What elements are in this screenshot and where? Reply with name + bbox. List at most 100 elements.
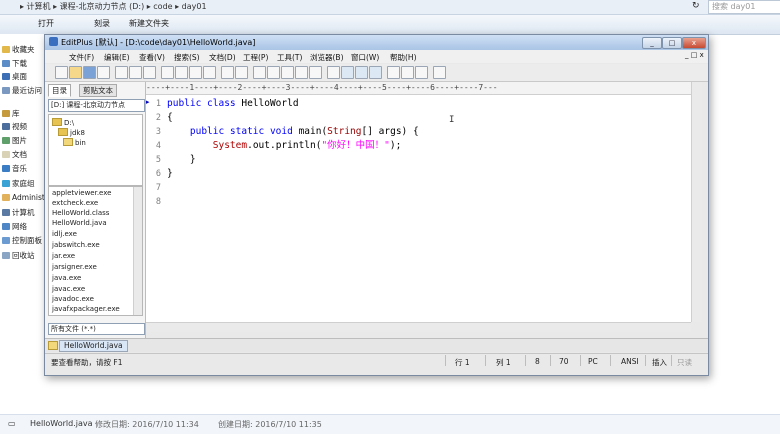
delete-icon[interactable] [203, 66, 216, 79]
list-item[interactable]: appletviewer.exe [52, 188, 111, 198]
save-all-icon[interactable] [97, 66, 110, 79]
replace-icon[interactable] [267, 66, 280, 79]
sidebar-item-downloads[interactable]: 下载 [2, 58, 27, 69]
list-item[interactable]: extcheck.exe [52, 198, 98, 208]
tree-item[interactable]: D:\ [52, 118, 74, 127]
address-path[interactable]: ▸ 计算机 ▸ 课程-北京动力节点 (D:) ▸ code ▸ day01 [20, 0, 207, 14]
status-bar: 要查看帮助，请按 F1 行 1 列 1 8 70 PC ANSI 插入 只读 [45, 353, 708, 368]
cut-icon[interactable] [161, 66, 174, 79]
list-item[interactable]: jabswitch.exe [52, 240, 100, 250]
undo-icon[interactable] [221, 66, 234, 79]
window-title: EditPlus [默认] - [D:\code\day01\HelloWorl… [61, 38, 256, 47]
sidebar-item-computer[interactable]: 计算机 [2, 207, 35, 218]
sidebar-item-music[interactable]: 音乐 [2, 163, 27, 174]
line-number: 4 [155, 141, 161, 151]
tab-helloworld-java[interactable]: HelloWorld.java [59, 340, 128, 352]
ruler-icon[interactable] [341, 66, 354, 79]
status-readonly: 只读 [677, 358, 692, 367]
tile-icon[interactable] [387, 66, 400, 79]
close-doc-icon[interactable] [415, 66, 428, 79]
status-chars: 70 [559, 357, 569, 366]
menu-edit[interactable]: 编辑(E) [104, 52, 130, 63]
sidebar-item-videos[interactable]: 视频 [2, 121, 27, 132]
folder-icon[interactable] [48, 341, 58, 350]
explorer-details-bar: ▭ HelloWorld.java 修改日期: 2016/7/10 11:34 … [0, 414, 780, 434]
list-item[interactable]: javafxpackager.exe [52, 304, 120, 314]
menu-search[interactable]: 搜索(S) [174, 52, 200, 63]
open-file-icon[interactable] [69, 66, 82, 79]
print-preview-icon[interactable] [129, 66, 142, 79]
sidebar-item-documents[interactable]: 文档 [2, 149, 27, 160]
sidebar-item-recent[interactable]: 最近访问 [2, 85, 42, 96]
sidebar-item-homegroup[interactable]: 家庭组 [2, 178, 35, 189]
title-bar[interactable]: EditPlus [默认] - [D:\code\day01\HelloWorl… [45, 35, 708, 50]
sidebar-item-network[interactable]: 网络 [2, 221, 27, 232]
menu-file[interactable]: 文件(F) [69, 52, 94, 63]
file-list-scrollbar[interactable] [133, 187, 142, 315]
save-icon[interactable] [83, 66, 96, 79]
text-cursor-icon: I [449, 115, 455, 125]
maximize-button[interactable]: □ [662, 37, 682, 49]
directory-icon[interactable] [369, 66, 382, 79]
menu-window[interactable]: 窗口(W) [351, 52, 379, 63]
tab-directory[interactable]: 目录 [48, 84, 71, 97]
cascade-icon[interactable] [401, 66, 414, 79]
sidebar-item-pictures[interactable]: 图片 [2, 135, 27, 146]
list-item[interactable]: HelloWorld.class [52, 208, 109, 218]
close-button[interactable]: x [682, 37, 706, 49]
list-item[interactable]: java.exe [52, 273, 81, 283]
menu-view[interactable]: 查看(V) [139, 52, 165, 63]
explorer-address-bar[interactable]: ▸ 计算机 ▸ 课程-北京动力节点 (D:) ▸ code ▸ day01 ↻ … [0, 0, 780, 15]
goto-icon[interactable] [281, 66, 294, 79]
tab-cliptext[interactable]: 剪贴文本 [79, 84, 117, 97]
spellcheck-icon[interactable] [143, 66, 156, 79]
menu-browser[interactable]: 浏览器(B) [310, 52, 344, 63]
code-editor[interactable]: public class HelloWorld { public static … [166, 95, 691, 322]
word-wrap-icon[interactable] [309, 66, 322, 79]
ruler: ----+----1----+----2----+----3----+----4… [146, 82, 700, 95]
vertical-scrollbar[interactable] [691, 82, 702, 322]
tree-item[interactable]: jdk8 [58, 128, 85, 137]
sidebar-item-libraries[interactable]: 库 [2, 108, 20, 119]
redo-icon[interactable] [235, 66, 248, 79]
menu-help[interactable]: 帮助(H) [390, 52, 417, 63]
menu-project[interactable]: 工程(P) [243, 52, 268, 63]
list-item[interactable]: HelloWorld.java [52, 218, 107, 228]
browser-icon[interactable] [327, 66, 340, 79]
list-item[interactable]: javac.exe [52, 284, 85, 294]
doc-min-icon[interactable]: _ □ x [685, 51, 704, 59]
open-menu-button[interactable]: 打开 [38, 18, 54, 29]
list-item[interactable]: javadoc.exe [52, 294, 94, 304]
file-filter-select[interactable]: 所有文件 (*.*) [48, 323, 145, 335]
menu-document[interactable]: 文档(D) [209, 52, 236, 63]
new-file-icon[interactable] [55, 66, 68, 79]
help-icon[interactable] [433, 66, 446, 79]
paste-icon[interactable] [189, 66, 202, 79]
sidebar-item-favorites[interactable]: 收藏夹 [2, 44, 35, 55]
minimize-button[interactable]: _ [642, 37, 662, 49]
list-item[interactable]: jarsigner.exe [52, 262, 97, 272]
new-folder-button[interactable]: 新建文件夹 [129, 18, 169, 29]
menu-tools[interactable]: 工具(T) [277, 52, 302, 63]
line-number: 6 [155, 169, 161, 179]
drive-select[interactable]: [D:] 课程-北京动力节点 [48, 99, 145, 112]
status-line-ending: PC [588, 357, 598, 366]
code-line-1: public class HelloWorld [167, 98, 299, 109]
find-icon[interactable] [253, 66, 266, 79]
line-number: 7 [155, 183, 161, 193]
horizontal-scrollbar[interactable] [146, 322, 691, 332]
refresh-icon[interactable]: ↻ [692, 1, 700, 11]
font-icon[interactable] [295, 66, 308, 79]
tree-item[interactable]: bin [63, 138, 86, 147]
search-input[interactable]: 搜索 day01 [708, 0, 780, 14]
sidebar-item-recycle-bin[interactable]: 回收站 [2, 250, 35, 261]
sidebar-item-desktop[interactable]: 桌面 [2, 71, 27, 82]
copy-icon[interactable] [175, 66, 188, 79]
sidebar-item-admin[interactable]: Administ [2, 192, 45, 203]
sidebar-item-control-panel[interactable]: 控制面板 [2, 235, 42, 246]
burn-button[interactable]: 刻录 [94, 18, 110, 29]
list-item[interactable]: jar.exe [52, 251, 75, 261]
print-icon[interactable] [115, 66, 128, 79]
line-number-icon[interactable] [355, 66, 368, 79]
list-item[interactable]: idlj.exe [52, 229, 77, 239]
